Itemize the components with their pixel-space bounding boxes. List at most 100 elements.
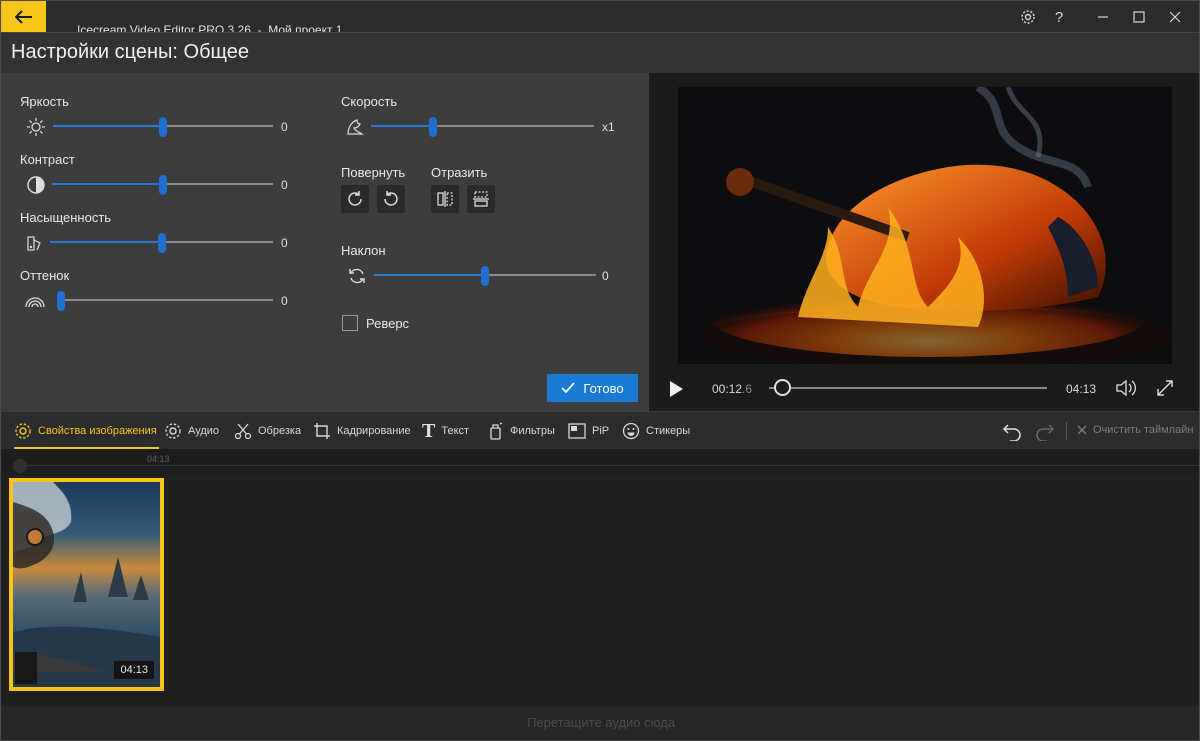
- clip-duration: 04:13: [114, 661, 154, 679]
- volume-button[interactable]: [1115, 377, 1137, 399]
- tool-label: Свойства изображения: [38, 425, 157, 437]
- tool-label: Аудио: [188, 425, 220, 437]
- tool-audio[interactable]: Аудио: [164, 412, 219, 450]
- refresh-icon: [346, 265, 368, 287]
- minimize-button[interactable]: [1092, 6, 1114, 28]
- page-header: Настройки сцены: Общее: [1, 32, 1199, 73]
- rotate-counterclockwise-icon: [384, 191, 398, 206]
- undo-icon: [1002, 424, 1021, 441]
- timeline-ruler[interactable]: 04:13: [1, 449, 1199, 475]
- contrast-slider[interactable]: [52, 174, 273, 195]
- flip-vertical-icon: [473, 191, 489, 207]
- ruler-line: [13, 465, 1199, 466]
- fullscreen-button[interactable]: [1154, 377, 1176, 399]
- play-button[interactable]: [665, 378, 687, 400]
- total-duration: 04:13: [1066, 382, 1097, 396]
- video-preview[interactable]: [678, 87, 1172, 364]
- speed-slider[interactable]: [371, 116, 594, 137]
- flip-vertical-button[interactable]: [467, 185, 495, 213]
- sun-icon: [25, 116, 47, 138]
- text-icon: T: [422, 419, 436, 442]
- redo-icon: [1036, 424, 1055, 441]
- audio-drop-zone[interactable]: Перетащите аудио сюда: [1, 706, 1199, 740]
- back-button[interactable]: [1, 1, 46, 32]
- saturation-label: Насыщенность: [20, 210, 112, 225]
- hue-slider[interactable]: [57, 290, 273, 311]
- speed-value: x1: [602, 120, 615, 134]
- help-button[interactable]: ?: [1048, 6, 1070, 28]
- tool-pip[interactable]: PiP: [568, 412, 609, 450]
- app-window: Icecream Video Editor PRO 3.26 - Мой про…: [0, 0, 1200, 741]
- done-button-label: Готово: [583, 380, 624, 396]
- flip-horizontal-button[interactable]: [431, 185, 459, 213]
- seek-bar[interactable]: [769, 387, 1047, 389]
- violin-on-fire-image: [678, 87, 1172, 364]
- undo-button[interactable]: [1001, 421, 1023, 443]
- pip-icon: [568, 423, 586, 439]
- timeline-clip[interactable]: 04:13: [9, 478, 164, 691]
- brightness-label: Яркость: [20, 94, 69, 109]
- saturation-value: 0: [281, 236, 288, 250]
- speed-label: Скорость: [341, 94, 398, 109]
- page-title: Настройки сцены: Общее: [11, 41, 249, 63]
- tool-text[interactable]: T Текст: [422, 412, 469, 450]
- current-time: 00:12.6: [712, 382, 752, 396]
- contrast-value: 0: [281, 178, 288, 192]
- volume-icon: [1116, 379, 1136, 397]
- tool-label: Обрезка: [258, 425, 302, 437]
- hue-label: Оттенок: [20, 268, 70, 283]
- redo-button[interactable]: [1034, 421, 1056, 443]
- preview-panel: 00:12.6 04:13: [649, 73, 1199, 411]
- scene-settings-panel: Яркость 0 Контраст 0 Насыщенность 0 Отте…: [1, 73, 649, 411]
- current-time-fraction: .6: [742, 382, 753, 396]
- tool-label: Текст: [441, 425, 470, 437]
- flip-horizontal-icon: [437, 191, 453, 207]
- gear-icon: [1021, 10, 1035, 24]
- ruler-time-label: 04:13: [147, 454, 170, 464]
- tool-label: PiP: [592, 425, 610, 437]
- tool-stickers[interactable]: Стикеры: [622, 412, 690, 450]
- tool-crop[interactable]: Кадрирование: [313, 412, 411, 450]
- rotate-clockwise-button[interactable]: [341, 185, 369, 213]
- clear-timeline-label: Очистить таймлайн: [1093, 424, 1194, 436]
- audio-drop-text: Перетащите аудио сюда: [527, 715, 675, 730]
- gear-icon: [165, 423, 181, 439]
- reverse-checkbox[interactable]: [342, 315, 358, 331]
- minimize-icon: [1098, 16, 1108, 18]
- close-button[interactable]: [1164, 6, 1186, 28]
- tool-filters[interactable]: Фильтры: [488, 412, 555, 450]
- done-button[interactable]: Готово: [547, 374, 638, 402]
- tool-trim[interactable]: Обрезка: [234, 412, 301, 450]
- tool-label: Фильтры: [510, 425, 555, 437]
- tilt-label: Наклон: [341, 243, 386, 258]
- saturation-slider[interactable]: [50, 232, 273, 253]
- close-icon: [1077, 425, 1087, 435]
- filter-icon: [490, 422, 503, 440]
- reverse-label: Реверс: [366, 316, 410, 331]
- close-icon: [1169, 11, 1181, 23]
- flip-label: Отразить: [431, 165, 488, 180]
- smiley-icon: [622, 422, 640, 440]
- tool-image-properties[interactable]: Свойства изображения: [14, 412, 159, 450]
- seek-thumb[interactable]: [774, 379, 792, 396]
- tilt-slider[interactable]: [374, 265, 596, 286]
- title-bar: Icecream Video Editor PRO 3.26 - Мой про…: [1, 1, 1199, 37]
- rotate-counterclockwise-button[interactable]: [377, 185, 405, 213]
- editor-toolbar: Свойства изображения Аудио Обрезка Кадри…: [1, 411, 1199, 450]
- clear-timeline-button[interactable]: Очистить таймлайн: [1077, 424, 1193, 436]
- fullscreen-icon: [1157, 380, 1173, 396]
- brightness-slider[interactable]: [53, 116, 273, 137]
- contrast-icon: [25, 174, 47, 196]
- saturation-icon: [24, 232, 46, 254]
- tilt-value: 0: [602, 269, 609, 283]
- rainbow-icon: [24, 290, 46, 312]
- settings-button[interactable]: [1017, 6, 1039, 28]
- toolbar-divider: [1066, 422, 1067, 440]
- maximize-button[interactable]: [1128, 6, 1150, 28]
- play-icon: [670, 381, 683, 397]
- scissors-icon: [234, 423, 252, 440]
- playhead[interactable]: [13, 459, 27, 473]
- help-icon: ?: [1054, 8, 1064, 26]
- gear-icon: [15, 423, 31, 439]
- rotate-clockwise-icon: [348, 191, 362, 206]
